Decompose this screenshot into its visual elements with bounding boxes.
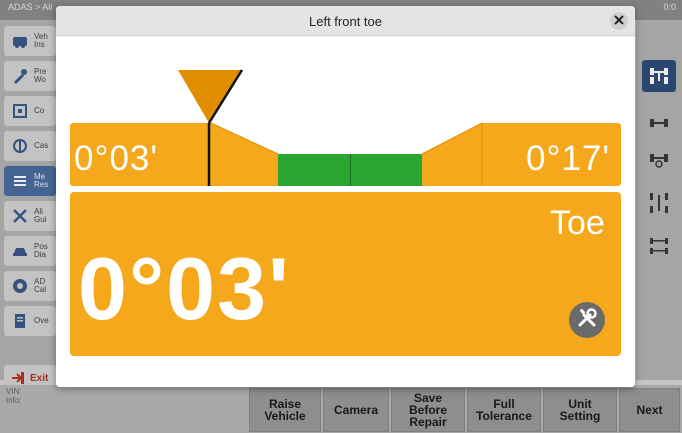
gauge-pointer xyxy=(178,70,242,123)
current-value: 0°03' xyxy=(78,239,291,338)
left-front-toe-dialog: Left front toe 0°03' 0°17' Toe 0°03' xyxy=(56,6,635,387)
dialog-body: 0°03' 0°17' Toe 0°03' xyxy=(56,37,635,387)
dialog-title: Left front toe xyxy=(309,14,382,29)
tools-icon xyxy=(576,307,598,334)
dialog-header: Left front toe xyxy=(56,6,635,36)
parameter-label: Toe xyxy=(550,204,605,242)
gauge-min-label: 0°03' xyxy=(74,139,159,178)
close-icon xyxy=(614,12,624,30)
value-panel: Toe 0°03' xyxy=(70,192,621,356)
gauge-green-zone-right xyxy=(351,154,422,186)
gauge-green-zone-left xyxy=(278,154,350,186)
gauge-max-label: 0°17' xyxy=(526,139,611,178)
close-button[interactable] xyxy=(610,12,628,30)
adjust-tools-button[interactable] xyxy=(569,302,605,338)
